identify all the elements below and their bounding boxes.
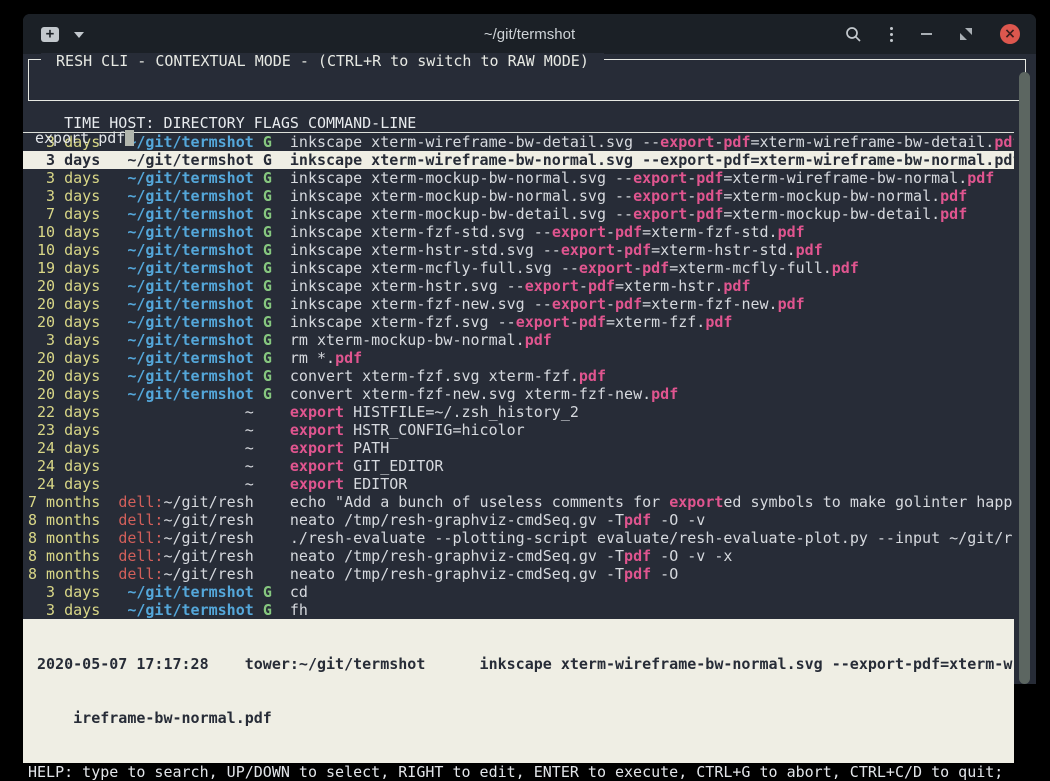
search-input[interactable]: export pdf	[29, 114, 1025, 147]
table-row[interactable]: 8 months dell:~/git/resh neato /tmp/resh…	[23, 547, 1014, 565]
search-icon[interactable]	[845, 26, 862, 43]
table-row[interactable]: 3 days ~/git/termshot G fh	[23, 601, 1014, 619]
table-row[interactable]: 7 months dell:~/git/resh echo "Add a bun…	[23, 493, 1014, 511]
table-row[interactable]: 7 days ~/git/termshot G inkscape xterm-m…	[23, 205, 1014, 223]
mode-label: RESH CLI - CONTEXTUAL MODE - (CTRL+R to …	[41, 53, 604, 69]
table-row[interactable]: 10 days ~/git/termshot G inkscape xterm-…	[23, 223, 1014, 241]
menu-kebab-icon[interactable]	[890, 27, 893, 42]
table-row[interactable]: 20 days ~/git/termshot G inkscape xterm-…	[23, 277, 1014, 295]
terminal-window: + ~/git/termshot × RESH CLI - CONTEXTUAL…	[23, 14, 1036, 684]
table-row[interactable]: 20 days ~/git/termshot G inkscape xterm-…	[23, 313, 1014, 331]
history-rows: 3 days ~/git/termshot G inkscape xterm-w…	[23, 133, 1014, 619]
table-row[interactable]: 20 days ~/git/termshot G rm *.pdf	[23, 349, 1014, 367]
text-cursor	[125, 130, 134, 146]
close-button[interactable]: ×	[1000, 24, 1020, 44]
table-row[interactable]: 20 days ~/git/termshot G convert xterm-f…	[23, 367, 1014, 385]
search-query: export pdf	[35, 129, 125, 147]
table-row[interactable]: 8 months dell:~/git/resh neato /tmp/resh…	[23, 565, 1014, 583]
table-row[interactable]: 24 days ~ export PATH	[23, 439, 1014, 457]
table-row[interactable]: 3 days ~/git/termshot G cd	[23, 583, 1014, 601]
table-row[interactable]: 8 months dell:~/git/resh ./resh-evaluate…	[23, 529, 1014, 547]
status-bar: 2020-05-07 17:17:28 tower:~/git/termshot…	[23, 619, 1014, 763]
table-row[interactable]: 10 days ~/git/termshot G inkscape xterm-…	[23, 241, 1014, 259]
table-row[interactable]: 22 days ~ export HISTFILE=~/.zsh_history…	[23, 403, 1014, 421]
help-bar: HELP: type to search, UP/DOWN to select,…	[23, 763, 1019, 781]
table-row[interactable]: 24 days ~ export GIT_EDITOR	[23, 457, 1014, 475]
table-row[interactable]: 3 days ~/git/termshot G rm xterm-mockup-…	[23, 331, 1014, 349]
table-row[interactable]: 24 days ~ export EDITOR	[23, 475, 1014, 493]
status-line-1: 2020-05-07 17:17:28 tower:~/git/termshot…	[23, 655, 1014, 673]
titlebar: + ~/git/termshot ×	[23, 14, 1036, 54]
table-row[interactable]: 19 days ~/git/termshot G inkscape xterm-…	[23, 259, 1014, 277]
scrollbar-thumb[interactable]	[1019, 72, 1030, 684]
table-row[interactable]: 20 days ~/git/termshot G convert xterm-f…	[23, 385, 1014, 403]
search-box[interactable]: RESH CLI - CONTEXTUAL MODE - (CTRL+R to …	[28, 59, 1026, 101]
terminal-content: RESH CLI - CONTEXTUAL MODE - (CTRL+R to …	[23, 59, 1036, 781]
table-row[interactable]: 20 days ~/git/termshot G inkscape xterm-…	[23, 295, 1014, 313]
new-tab-button[interactable]: +	[41, 27, 59, 42]
table-row[interactable]: 8 months dell:~/git/resh neato /tmp/resh…	[23, 511, 1014, 529]
table-row[interactable]: 3 days ~/git/termshot G inkscape xterm-m…	[23, 187, 1014, 205]
table-row[interactable]: 23 days ~ export HSTR_CONFIG=hicolor	[23, 421, 1014, 439]
chevron-down-icon[interactable]	[74, 32, 84, 43]
restore-button[interactable]	[960, 28, 972, 40]
minimize-button[interactable]	[921, 33, 932, 35]
status-line-2: ireframe-bw-normal.pdf	[23, 709, 1014, 727]
